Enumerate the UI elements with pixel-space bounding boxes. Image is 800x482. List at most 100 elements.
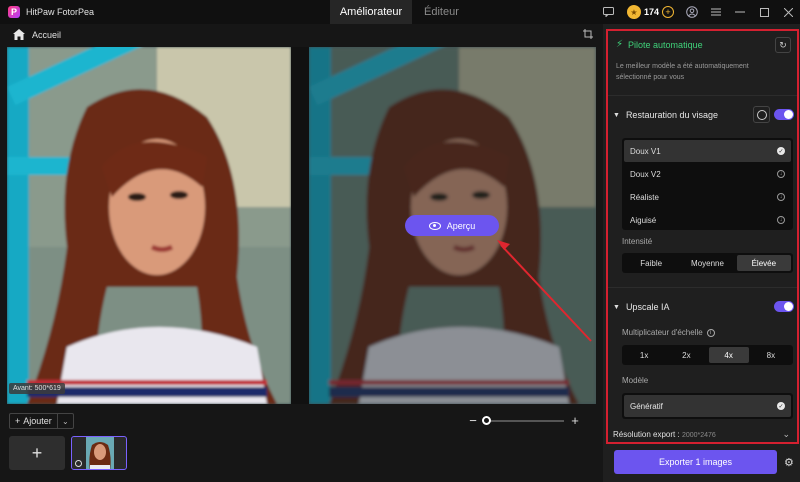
scale-selector: 1x 2x 4x 8x xyxy=(622,345,793,365)
title-bar: P HitPaw FotorPea Améliorateur Éditeur ★… xyxy=(0,0,800,24)
add-dropdown-icon[interactable]: ⌄ xyxy=(56,414,73,428)
scale-label: Multiplicateur d'échelle i xyxy=(622,328,715,337)
face-model-list: Doux V1 ✓ Doux V2 ↓ Réaliste ↓ Aiguisé ↓ xyxy=(622,138,793,230)
original-size-badge: Avant: 500*619 xyxy=(9,383,65,394)
intensity-high[interactable]: Élevée xyxy=(736,255,791,271)
refresh-icon: ↻ xyxy=(779,39,787,50)
face-model-sharp[interactable]: Aiguisé ↓ xyxy=(624,209,791,231)
model-label: Réaliste xyxy=(630,192,659,202)
breadcrumb-home[interactable]: Accueil xyxy=(32,30,61,40)
original-image[interactable]: Avant: 500*619 xyxy=(7,47,291,404)
zoom-slider[interactable] xyxy=(482,415,564,425)
zoom-in-button[interactable]: + xyxy=(570,413,580,428)
compare-divider[interactable] xyxy=(291,47,309,404)
account-icon[interactable] xyxy=(680,0,704,24)
zoom-slider-thumb[interactable] xyxy=(482,415,491,425)
face-restore-header[interactable]: ▼ Restauration du visage xyxy=(613,110,718,120)
collapse-caret-icon: ▼ xyxy=(613,111,620,119)
home-icon[interactable] xyxy=(13,29,25,41)
face-model-realistic[interactable]: Réaliste ↓ xyxy=(624,186,791,208)
info-icon[interactable]: i xyxy=(706,328,715,337)
upscale-model-generative[interactable]: Génératif ✓ xyxy=(624,395,791,417)
face-model-soft-v1[interactable]: Doux V1 ✓ xyxy=(624,140,791,162)
intensity-low[interactable]: Faible xyxy=(624,255,678,271)
settings-highlight-box: ⚡ Pilote automatique ↻ Le meilleur modèl… xyxy=(606,29,799,444)
settings-panel: ⚡ Pilote automatique ↻ Le meilleur modèl… xyxy=(603,24,800,482)
face-icon xyxy=(756,109,767,120)
breadcrumb: Accueil xyxy=(0,24,603,46)
scale-1x[interactable]: 1x xyxy=(624,347,664,363)
export-resolution-value: 2000*2476 xyxy=(681,432,716,439)
download-icon: ↓ xyxy=(777,193,785,201)
face-restore-toggle[interactable] xyxy=(774,109,794,120)
gear-icon[interactable]: ⚙ xyxy=(784,456,794,469)
add-button[interactable]: + Ajouter xyxy=(10,414,57,428)
intensity-selector: Faible Moyenne Élevée xyxy=(622,253,793,273)
brand: P HitPaw FotorPea xyxy=(0,6,330,18)
menu-icon[interactable] xyxy=(704,0,728,24)
mode-tabs: Améliorateur Éditeur xyxy=(330,0,471,24)
close-icon[interactable] xyxy=(776,0,800,24)
export-resolution: Résolution export : 2000*2476 xyxy=(613,430,716,439)
original-photo xyxy=(7,47,291,404)
face-restore-title: Restauration du visage xyxy=(625,110,718,120)
feedback-icon[interactable] xyxy=(597,0,621,24)
tab-editor[interactable]: Éditeur xyxy=(412,0,471,24)
history-icon xyxy=(75,460,82,467)
maximize-icon[interactable] xyxy=(752,0,776,24)
collapse-caret-icon: ▼ xyxy=(613,303,620,311)
add-button-label: Ajouter xyxy=(23,416,52,426)
face-model-soft-v2[interactable]: Doux V2 ↓ xyxy=(624,163,791,185)
separator xyxy=(608,95,797,96)
bottom-bar: + Ajouter ⌄ − + + xyxy=(0,404,603,482)
intensity-medium[interactable]: Moyenne xyxy=(680,255,734,271)
face-mode-button[interactable] xyxy=(753,106,770,123)
model-label: Doux V1 xyxy=(630,146,661,156)
chevron-double-down-icon[interactable]: ⌄ xyxy=(782,429,790,440)
scale-2x[interactable]: 2x xyxy=(666,347,706,363)
export-button[interactable]: Exporter 1 images xyxy=(614,450,777,474)
lightning-icon: ⚡ xyxy=(616,39,624,50)
tab-enhancer[interactable]: Améliorateur xyxy=(330,0,412,24)
export-resolution-label: Résolution export : xyxy=(613,430,680,439)
download-icon: ↓ xyxy=(777,216,785,224)
add-image-tile[interactable]: + xyxy=(9,436,65,470)
autopilot-description: Le meilleur modèle a été automatiquement… xyxy=(616,63,749,81)
titlebar-actions: ★ 174 + xyxy=(597,0,800,24)
minimize-icon[interactable] xyxy=(728,0,752,24)
coin-icon: ★ xyxy=(626,5,641,19)
preview-button-label: Aperçu xyxy=(446,220,476,231)
model-label: Modèle xyxy=(622,376,649,385)
crop-icon[interactable] xyxy=(583,29,593,39)
preview-button[interactable]: Aperçu xyxy=(405,215,499,236)
zoom-out-button[interactable]: − xyxy=(468,413,478,428)
refresh-button[interactable]: ↻ xyxy=(775,37,791,53)
autopilot-header: ⚡ Pilote automatique xyxy=(616,39,703,50)
model-label: Doux V2 xyxy=(630,169,661,179)
image-thumbnail[interactable] xyxy=(71,436,127,470)
app-logo-icon: P xyxy=(8,6,20,18)
preview-image[interactable]: Aperçu xyxy=(309,47,596,404)
separator xyxy=(608,287,797,288)
upscale-toggle[interactable] xyxy=(774,301,794,312)
intensity-label: Intensité xyxy=(622,237,653,246)
download-icon: ↓ xyxy=(777,170,785,178)
upscale-header[interactable]: ▼ Upscale IA xyxy=(613,302,669,312)
add-button-group: + Ajouter ⌄ xyxy=(9,413,74,429)
generative-label: Génératif xyxy=(630,401,663,411)
model-label: Aiguisé xyxy=(630,215,657,225)
coin-count: 174 xyxy=(643,7,659,17)
upscale-title: Upscale IA xyxy=(625,302,670,312)
add-coins-icon[interactable]: + xyxy=(662,6,674,18)
scale-label-text: Multiplicateur d'échelle xyxy=(622,328,703,337)
scale-4x[interactable]: 4x xyxy=(708,347,749,363)
app-title: HitPaw FotorPea xyxy=(26,7,95,17)
upscale-model-list: Génératif ✓ xyxy=(622,393,793,419)
check-icon: ✓ xyxy=(777,147,785,155)
coin-balance[interactable]: ★ 174 + xyxy=(621,5,680,19)
scale-8x[interactable]: 8x xyxy=(751,347,791,363)
check-icon: ✓ xyxy=(777,402,785,410)
eye-icon xyxy=(428,221,441,230)
autopilot-label: Pilote automatique xyxy=(628,39,703,50)
zoom-control: − + xyxy=(468,413,580,428)
